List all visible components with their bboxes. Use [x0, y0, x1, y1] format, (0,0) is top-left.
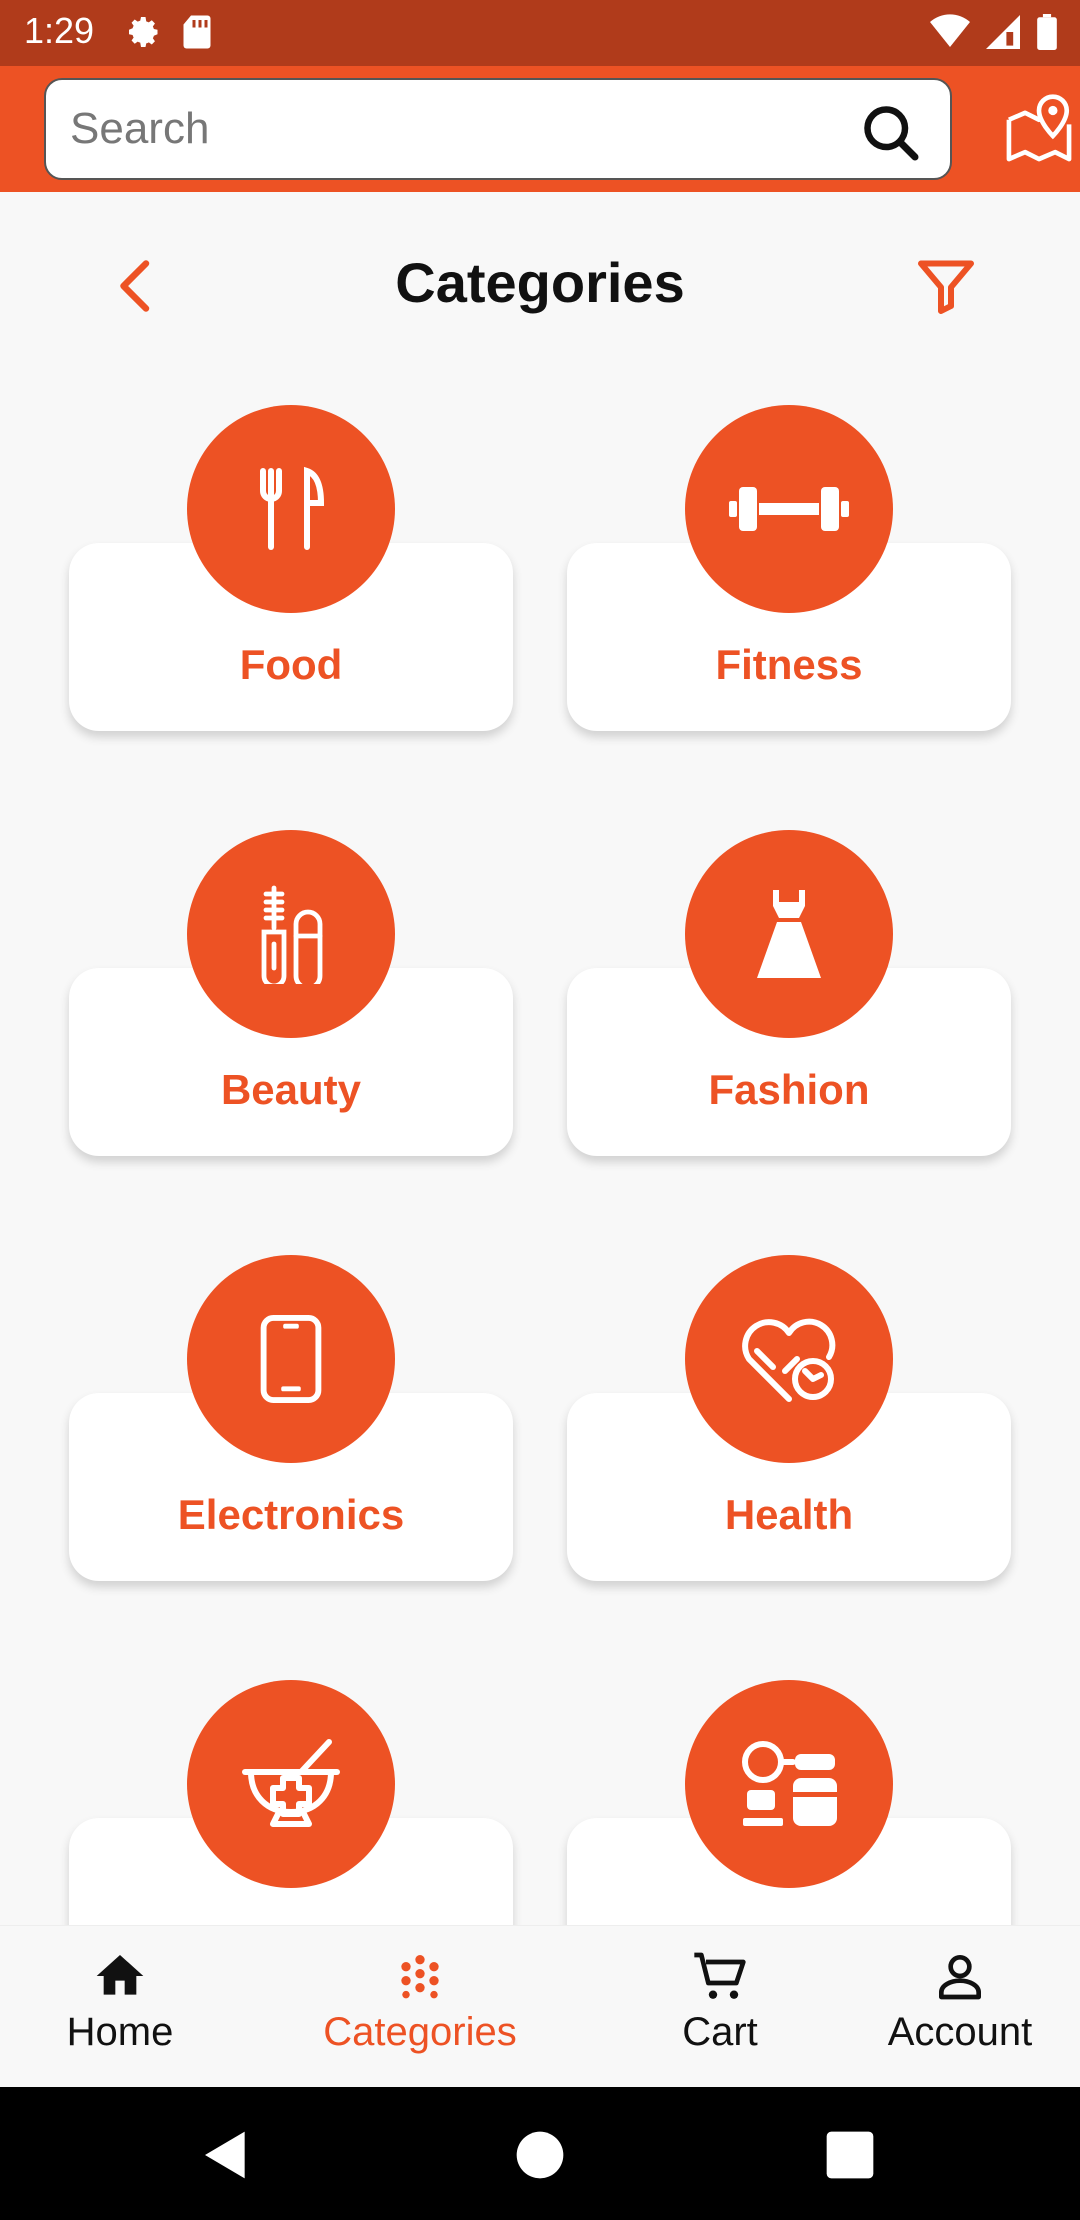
system-home-icon[interactable]	[512, 2127, 568, 2183]
app-header	[0, 66, 1080, 192]
fork-knife-icon	[260, 466, 325, 550]
dress-icon	[757, 890, 821, 978]
category-card-kitchen[interactable]	[567, 1680, 1011, 1925]
category-icon-circle	[685, 1255, 893, 1463]
category-card-electronics[interactable]: Electronics	[69, 1255, 513, 1585]
category-card-pharmacy[interactable]	[69, 1680, 513, 1925]
smartphone-icon	[260, 1314, 322, 1404]
category-label: Food	[239, 641, 343, 688]
category-icon-circle	[685, 1680, 893, 1888]
settings-gear-icon	[129, 17, 158, 47]
nav-item-categories[interactable]: Categories	[300, 1948, 540, 2055]
signal-icon	[986, 15, 1020, 49]
pharmacy-mortar-icon	[242, 1739, 340, 1827]
home-icon	[96, 1955, 144, 1995]
category-card-beauty[interactable]: Beauty	[69, 830, 513, 1160]
search-box	[44, 78, 952, 180]
nav-label: Home	[66, 2010, 174, 2054]
category-card-health[interactable]: Health	[567, 1255, 1011, 1585]
category-card-fashion[interactable]: Fashion	[567, 830, 1011, 1160]
category-label: Electronics	[177, 1491, 405, 1538]
nav-item-account[interactable]: Account	[840, 1948, 1080, 2055]
category-card-food[interactable]: Food	[69, 405, 513, 735]
sd-card-icon	[183, 15, 211, 49]
map-location-icon[interactable]	[1002, 92, 1076, 166]
nav-label: Account	[887, 2010, 1033, 2054]
filter-icon[interactable]	[916, 256, 976, 316]
status-time: 1:29	[24, 10, 95, 51]
search-icon[interactable]	[860, 102, 920, 162]
category-label: Beauty	[220, 1066, 362, 1113]
cart-icon	[694, 1952, 746, 1999]
search-input[interactable]	[70, 80, 850, 178]
category-grid: Food Fitness Beauty Fashion Electronics	[0, 405, 1080, 1925]
kitchen-appliances-icon	[742, 1741, 837, 1826]
category-icon-circle	[685, 830, 893, 1038]
category-card-fitness[interactable]: Fitness	[567, 405, 1011, 735]
category-icon-circle	[187, 1255, 395, 1463]
nav-label: Categories	[323, 2010, 517, 2054]
nav-item-cart[interactable]: Cart	[600, 1948, 840, 2055]
wifi-icon	[930, 14, 970, 47]
bottom-nav: Home Categories Cart Account	[0, 1925, 1080, 2087]
battery-icon	[1037, 14, 1057, 50]
system-back-icon[interactable]	[198, 2127, 254, 2183]
title-row: Categories	[0, 230, 1080, 340]
category-label: Health	[724, 1491, 854, 1538]
status-bar: 1:29	[0, 0, 1080, 66]
category-icon-circle	[187, 405, 395, 613]
heart-refresh-icon	[742, 1318, 836, 1402]
system-nav-bar	[0, 2087, 1080, 2220]
category-icon-circle	[187, 830, 395, 1038]
category-icon-circle	[685, 405, 893, 613]
nav-label: Cart	[682, 2010, 758, 2054]
categories-dots-icon	[401, 1955, 439, 1999]
category-label: Fashion	[708, 1066, 870, 1113]
dumbbell-icon	[729, 487, 849, 531]
system-recents-icon[interactable]	[822, 2127, 878, 2183]
nav-item-home[interactable]: Home	[0, 1948, 240, 2055]
account-icon	[939, 1955, 981, 2000]
category-icon-circle	[187, 1680, 395, 1888]
mascara-icon	[261, 885, 323, 984]
category-label: Fitness	[715, 641, 863, 688]
